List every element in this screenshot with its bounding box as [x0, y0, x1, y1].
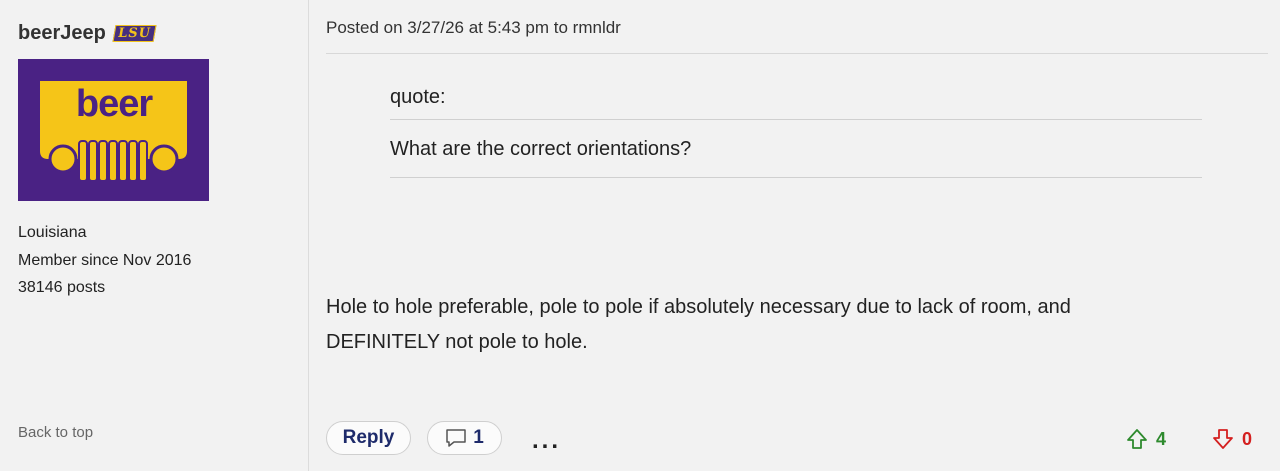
quote-block: quote: What are the correct orientations…	[390, 82, 1202, 178]
upvote-button[interactable]: 4	[1126, 428, 1166, 450]
reply-button[interactable]: Reply	[326, 421, 411, 455]
quote-label: quote:	[390, 82, 1202, 120]
username-row: beerJeep LSU	[18, 20, 157, 46]
post-body-line: DEFINITELY not pole to hole.	[326, 331, 588, 353]
arrow-up-icon	[1127, 429, 1147, 449]
comment-button[interactable]: 1	[427, 421, 502, 455]
post-count[interactable]: 38146 posts	[18, 274, 191, 302]
post-actions: Reply 1 ...	[326, 421, 561, 455]
downvote-count: 0	[1242, 428, 1253, 449]
post-body-line: Hole to hole preferable, pole to pole if…	[326, 296, 1071, 318]
author-sidebar: beerJeep LSU beer Louisiana Member since…	[0, 0, 309, 471]
more-options-button[interactable]: ...	[532, 429, 561, 453]
post-header: Posted on 3/27/26 at 5:43 pm to rmnldr	[326, 18, 1268, 54]
back-to-top-link[interactable]: Back to top	[18, 424, 93, 441]
comment-icon	[446, 429, 466, 447]
arrow-down-icon	[1213, 429, 1233, 449]
user-meta: Louisiana Member since Nov 2016 38146 po…	[18, 219, 191, 302]
upvote-count: 4	[1156, 428, 1167, 449]
avatar[interactable]: beer	[18, 59, 209, 201]
member-since: Member since Nov 2016	[18, 251, 192, 269]
username-link[interactable]: beerJeep	[18, 22, 106, 45]
downvote-button[interactable]: 0	[1212, 428, 1252, 450]
comment-count: 1	[473, 427, 484, 448]
quote-text: What are the correct orientations?	[390, 120, 1202, 178]
post-main: Posted on 3/27/26 at 5:43 pm to rmnldr q…	[310, 0, 1280, 471]
team-badge: LSU	[112, 24, 157, 42]
post-body: Hole to hole preferable, pole to pole if…	[326, 290, 1226, 360]
user-location: Louisiana	[18, 224, 87, 241]
votes: 4 0	[1126, 428, 1252, 450]
avatar-text: beer	[76, 83, 153, 125]
